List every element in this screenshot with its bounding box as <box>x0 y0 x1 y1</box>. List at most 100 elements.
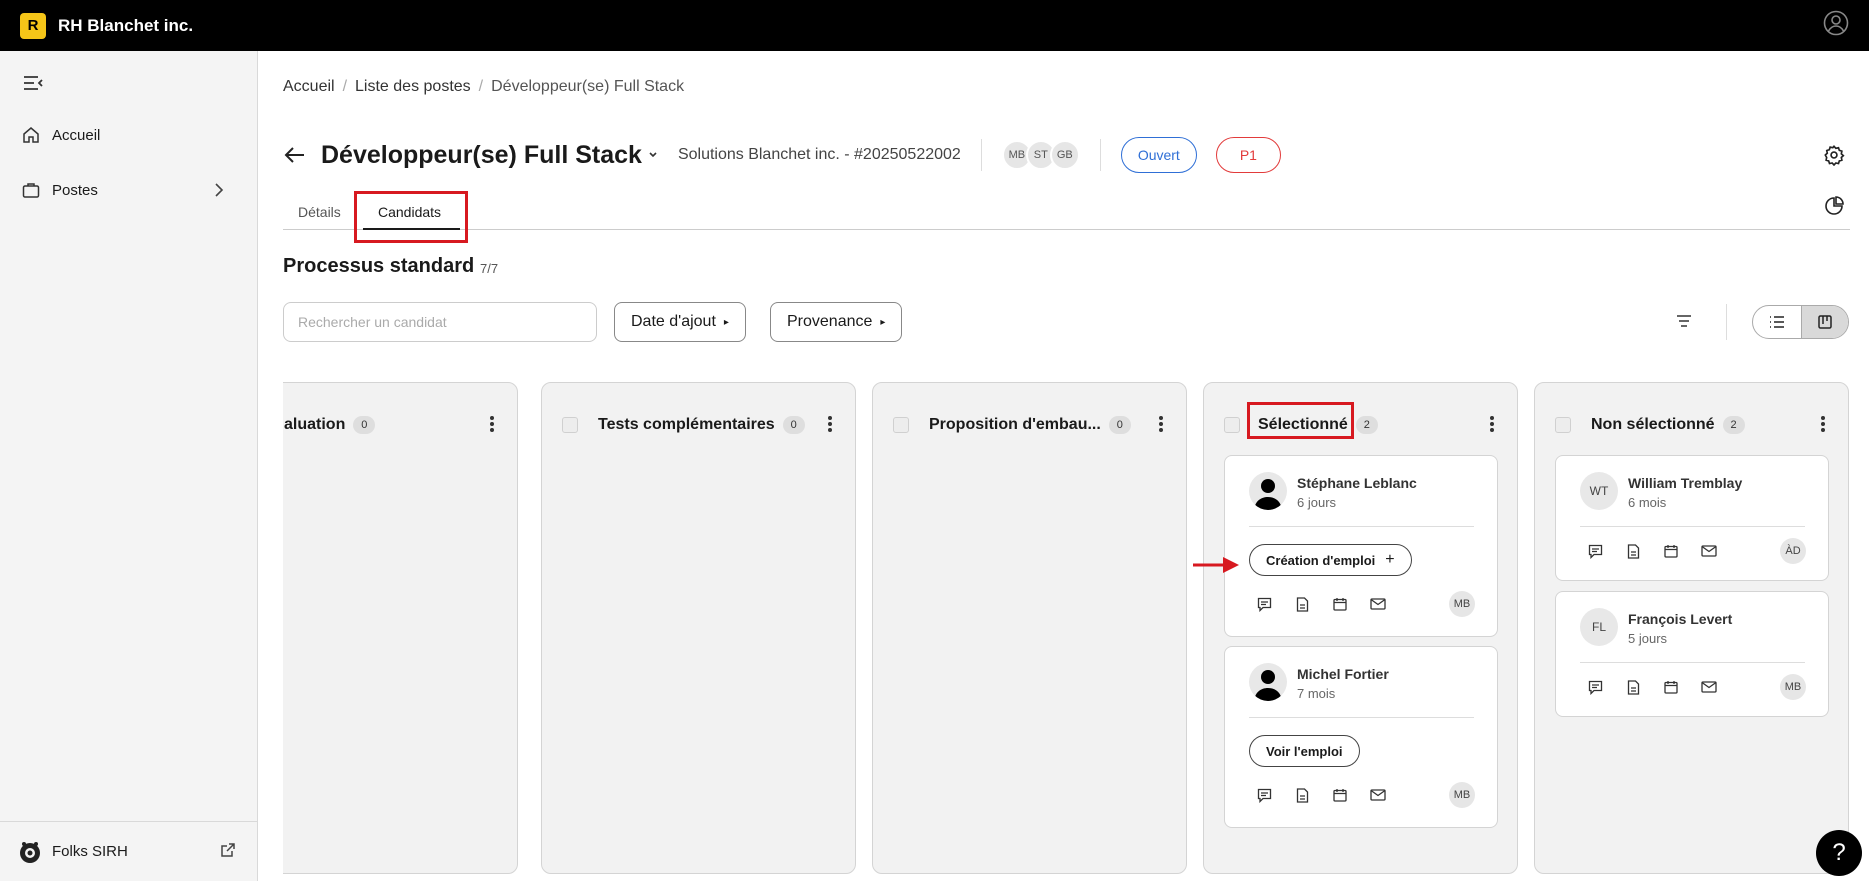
job-header: Développeur(se) Full Stack Solutions Bla… <box>283 137 1281 173</box>
candidate-name[interactable]: Stéphane Leblanc <box>1297 475 1417 491</box>
column-select-checkbox[interactable] <box>1224 417 1240 433</box>
mail-icon[interactable] <box>1700 678 1718 696</box>
more-options-icon[interactable] <box>489 415 495 433</box>
divider <box>1099 139 1101 171</box>
breadcrumb-liste-postes[interactable]: Liste des postes <box>355 78 471 96</box>
priority-badge[interactable]: P1 <box>1215 137 1281 173</box>
process-count: 7/7 <box>480 261 499 276</box>
process-title: Processus standard <box>283 255 475 277</box>
column-evaluation: aluation 0 <box>283 382 518 874</box>
assignee-avatars[interactable]: MB ST GB <box>1001 140 1080 170</box>
divider <box>1580 526 1805 527</box>
card-actions <box>1586 678 1718 696</box>
person-icon <box>1254 479 1282 510</box>
card-actions <box>1255 786 1387 804</box>
home-icon <box>23 127 39 143</box>
column-count: 0 <box>353 416 376 434</box>
mail-icon[interactable] <box>1369 595 1387 613</box>
candidate-time: 6 mois <box>1628 495 1667 510</box>
candidate-time: 5 jours <box>1628 631 1668 646</box>
calendar-icon[interactable] <box>1331 595 1349 613</box>
candidate-card[interactable]: Stéphane Leblanc 6 jours Création d'empl… <box>1224 455 1498 637</box>
candidate-card[interactable]: FL François Levert 5 jours MB <box>1555 591 1829 717</box>
breadcrumb-separator: / <box>342 78 348 95</box>
avatar: GB <box>1049 140 1080 170</box>
column-non-selectionne: Non sélectionné 2 WT William Tremblay 6 … <box>1534 382 1849 874</box>
tabs: Détails Candidats <box>283 196 1850 230</box>
folks-logo-icon <box>20 841 40 863</box>
comment-icon[interactable] <box>1255 786 1273 804</box>
candidate-name[interactable]: Michel Fortier <box>1297 666 1389 682</box>
candidate-card[interactable]: WT William Tremblay 6 mois ÀD <box>1555 455 1829 581</box>
chevron-right-icon <box>215 183 224 197</box>
document-icon[interactable] <box>1293 786 1311 804</box>
user-account-icon[interactable] <box>1823 10 1849 36</box>
sidebar: Accueil Postes Folks SIRH <box>0 51 258 881</box>
comment-icon[interactable] <box>1586 542 1604 560</box>
gear-icon[interactable] <box>1823 144 1845 166</box>
column-select-checkbox[interactable] <box>1555 417 1571 433</box>
list-view-button[interactable] <box>1753 306 1801 338</box>
sort-icon[interactable] <box>1676 314 1692 328</box>
more-options-icon[interactable] <box>1158 415 1164 433</box>
sidebar-item-label: Postes <box>52 181 98 199</box>
date-filter-label: Date d'ajout <box>631 313 716 330</box>
candidate-name[interactable]: François Levert <box>1628 611 1732 627</box>
card-actions <box>1586 542 1718 560</box>
company-name: RH Blanchet inc. <box>58 15 194 35</box>
candidate-time: 7 mois <box>1297 686 1336 701</box>
document-icon[interactable] <box>1293 595 1311 613</box>
annotation-arrow-icon <box>1193 557 1239 573</box>
document-icon[interactable] <box>1624 678 1642 696</box>
chip-label: Voir l'emploi <box>1266 743 1343 759</box>
breadcrumb-separator: / <box>478 78 484 95</box>
sidebar-item-label: Accueil <box>52 126 101 144</box>
tab-details[interactable]: Détails <box>298 204 341 220</box>
candidate-name[interactable]: William Tremblay <box>1628 475 1742 491</box>
top-bar: R RH Blanchet inc. <box>0 0 1869 51</box>
breadcrumb-accueil[interactable]: Accueil <box>283 78 335 96</box>
external-link-icon[interactable] <box>220 842 236 858</box>
more-options-icon[interactable] <box>1820 415 1826 433</box>
comment-icon[interactable] <box>1586 678 1604 696</box>
highlight-box <box>1247 402 1354 439</box>
owner-avatar: MB <box>1449 782 1475 808</box>
calendar-icon[interactable] <box>1662 542 1680 560</box>
column-select-checkbox[interactable] <box>562 417 578 433</box>
caret-right-icon: ▸ <box>880 316 886 328</box>
mail-icon[interactable] <box>1700 542 1718 560</box>
view-job-button[interactable]: Voir l'emploi <box>1249 735 1360 767</box>
column-header: Proposition d'embau... 0 <box>873 413 1186 437</box>
column-title: Non sélectionné <box>1591 416 1715 433</box>
more-options-icon[interactable] <box>827 415 833 433</box>
calendar-icon[interactable] <box>1662 678 1680 696</box>
calendar-icon[interactable] <box>1331 786 1349 804</box>
avatar <box>1249 663 1287 701</box>
board-view-button[interactable] <box>1800 306 1848 338</box>
create-job-button[interactable]: Création d'emploi + <box>1249 544 1412 576</box>
sidebar-item-postes[interactable]: Postes <box>0 170 258 210</box>
divider <box>1726 304 1727 340</box>
candidate-card[interactable]: Michel Fortier 7 mois Voir l'emploi MB <box>1224 646 1498 828</box>
document-icon[interactable] <box>1624 542 1642 560</box>
column-title: Proposition d'embau... <box>929 416 1101 433</box>
collapse-menu-icon[interactable] <box>22 73 44 93</box>
sidebar-item-accueil[interactable]: Accueil <box>0 115 258 155</box>
status-badge[interactable]: Ouvert <box>1120 137 1197 173</box>
search-input[interactable] <box>283 302 597 342</box>
highlight-box <box>354 191 468 243</box>
owner-avatar: ÀD <box>1780 538 1806 564</box>
plus-icon: + <box>1385 551 1395 568</box>
back-arrow-icon[interactable] <box>283 143 307 167</box>
more-options-icon[interactable] <box>1489 415 1495 433</box>
help-button[interactable]: ? <box>1816 830 1862 876</box>
chevron-down-icon[interactable] <box>648 150 658 160</box>
list-icon <box>1769 316 1784 328</box>
date-filter-button[interactable]: Date d'ajout ▸ <box>614 302 746 342</box>
source-filter-button[interactable]: Provenance ▸ <box>770 302 903 342</box>
column-select-checkbox[interactable] <box>893 417 909 433</box>
mail-icon[interactable] <box>1369 786 1387 804</box>
column-title: aluation <box>284 416 346 433</box>
comment-icon[interactable] <box>1255 595 1273 613</box>
breadcrumb: Accueil / Liste des postes / Développeur… <box>283 78 684 96</box>
